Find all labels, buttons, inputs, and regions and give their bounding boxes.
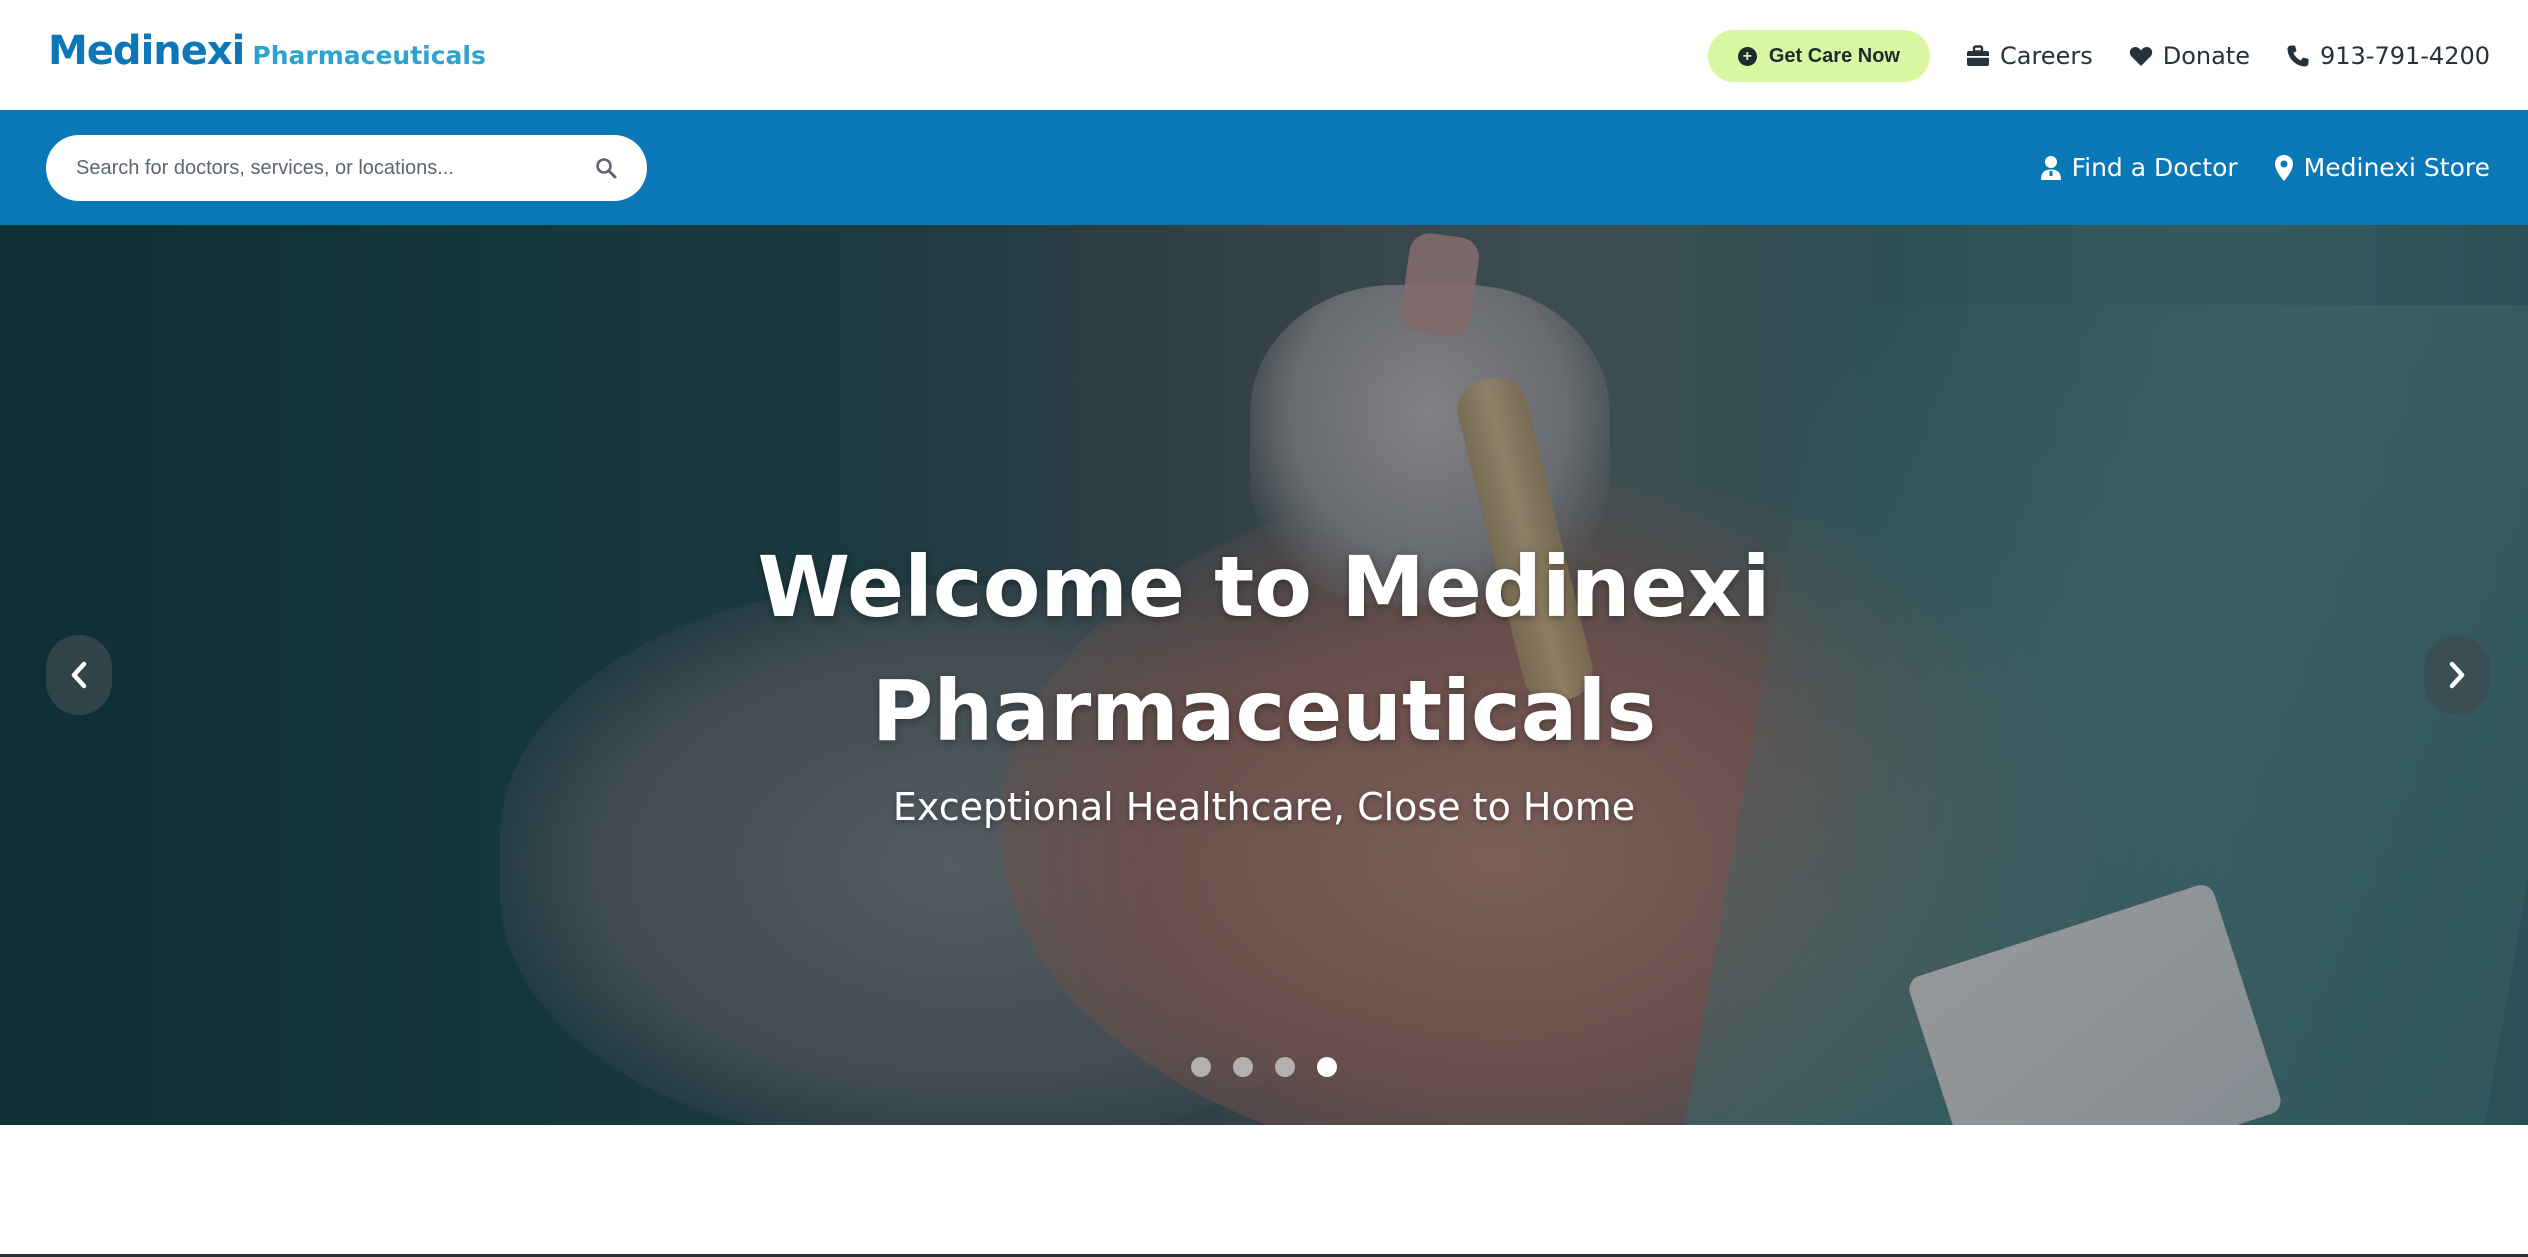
hero-title-line-2: Pharmaceuticals bbox=[871, 662, 1657, 760]
hero-subtitle: Exceptional Healthcare, Close to Home bbox=[892, 785, 1636, 829]
site-logo[interactable]: Medinexi Pharmaceuticals bbox=[48, 28, 486, 74]
chevron-right-icon bbox=[2449, 661, 2465, 689]
phone-number: 913-791-4200 bbox=[2319, 42, 2490, 70]
logo-main-text: Medinexi bbox=[48, 28, 245, 74]
carousel-dot-1[interactable] bbox=[1191, 1057, 1211, 1077]
hero-title-line-1: Welcome to Medinexi bbox=[757, 538, 1771, 636]
carousel-dot-2[interactable] bbox=[1233, 1057, 1253, 1077]
carousel-next-button[interactable] bbox=[2424, 635, 2490, 715]
phone-icon bbox=[2287, 45, 2309, 67]
secondary-nav: Find a Doctor Medinexi Store bbox=[2004, 110, 2490, 225]
chevron-left-icon bbox=[71, 661, 87, 689]
get-care-now-button[interactable]: + Get Care Now bbox=[1707, 30, 1930, 82]
search-box bbox=[46, 135, 647, 201]
search-icon[interactable] bbox=[595, 157, 617, 179]
get-care-now-label: Get Care Now bbox=[1768, 44, 1900, 67]
secondary-nav-bar: Find a Doctor Medinexi Store bbox=[0, 110, 2528, 225]
top-header: Medinexi Pharmaceuticals + Get Care Now … bbox=[0, 0, 2528, 110]
person-icon bbox=[2040, 155, 2061, 180]
top-nav: + Get Care Now Careers Donate 913-791-42… bbox=[1707, 30, 2490, 82]
donate-label: Donate bbox=[2162, 42, 2250, 70]
hero-title: Welcome to Medinexi Pharmaceuticals bbox=[0, 525, 2528, 773]
carousel-dot-3[interactable] bbox=[1275, 1057, 1295, 1077]
carousel-prev-button[interactable] bbox=[46, 635, 112, 715]
find-a-doctor-link[interactable]: Find a Doctor bbox=[2040, 153, 2238, 182]
carousel-indicators bbox=[0, 1057, 2528, 1077]
carousel-dot-4[interactable] bbox=[1317, 1057, 1337, 1077]
medinexi-store-label: Medinexi Store bbox=[2303, 153, 2490, 182]
plus-circle-icon: + bbox=[1737, 46, 1757, 66]
briefcase-icon bbox=[1967, 45, 1989, 66]
find-a-doctor-label: Find a Doctor bbox=[2071, 153, 2238, 182]
map-pin-icon bbox=[2274, 154, 2293, 181]
phone-link[interactable]: 913-791-4200 bbox=[2286, 42, 2490, 70]
careers-label: Careers bbox=[2000, 42, 2093, 70]
logo-sub-text: Pharmaceuticals bbox=[252, 41, 486, 70]
search-input[interactable] bbox=[76, 156, 595, 180]
hero-carousel: Welcome to Medinexi Pharmaceuticals Exce… bbox=[0, 225, 2528, 1125]
careers-link[interactable]: Careers bbox=[1966, 42, 2093, 70]
medinexi-store-link[interactable]: Medinexi Store bbox=[2274, 153, 2490, 182]
donate-link[interactable]: Donate bbox=[2129, 42, 2250, 70]
heart-icon bbox=[2129, 46, 2152, 66]
